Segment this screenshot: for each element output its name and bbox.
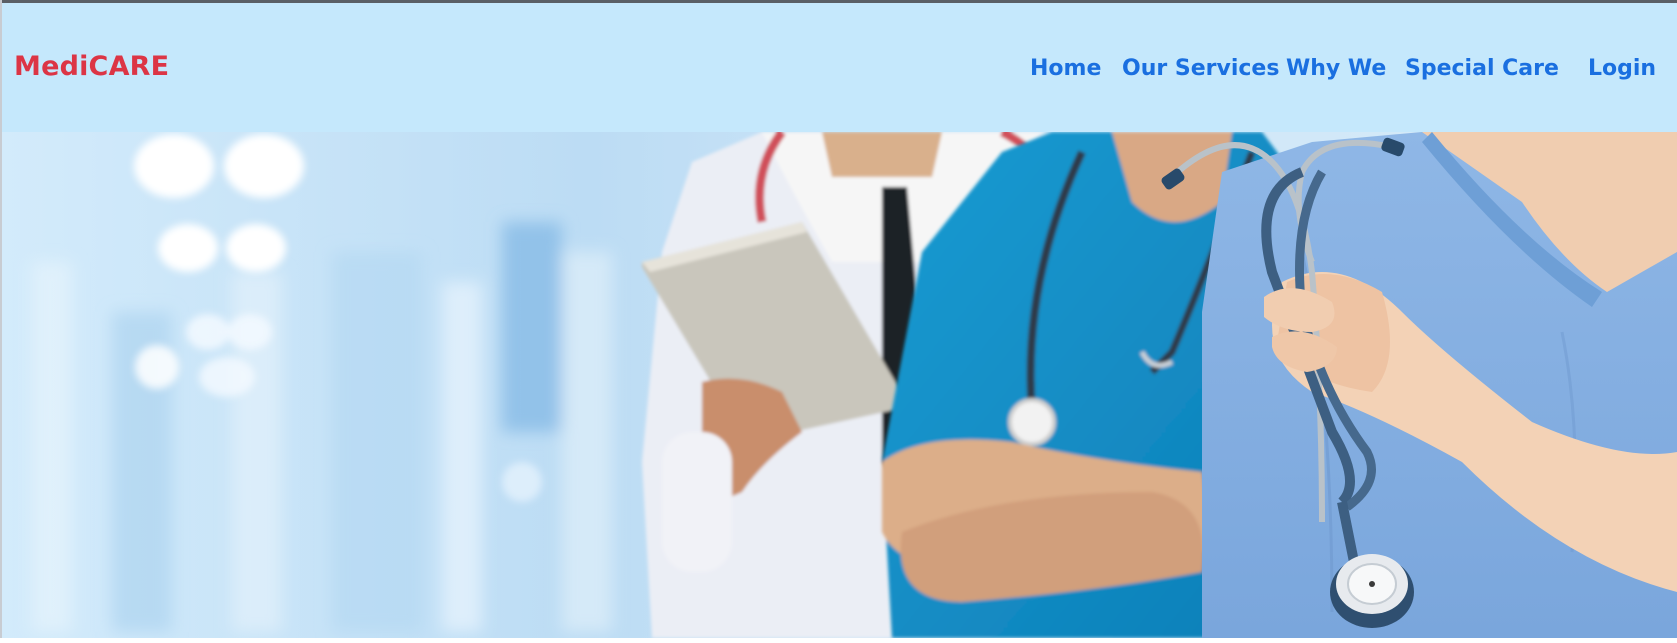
- hero-banner: [2, 132, 1677, 638]
- nav-link-special-care[interactable]: Special Care: [1405, 58, 1559, 80]
- nav-link-why-we[interactable]: Why We: [1286, 58, 1386, 80]
- window-left-border: [0, 0, 2, 643]
- page: MediCARE Home Our Services Why We Specia…: [0, 0, 1677, 643]
- nav-link-our-services[interactable]: Our Services: [1122, 58, 1279, 80]
- navbar: MediCARE Home Our Services Why We Specia…: [2, 3, 1677, 132]
- brand-logo[interactable]: MediCARE: [14, 53, 169, 80]
- nav-link-login[interactable]: Login: [1588, 58, 1656, 80]
- page-bottom: [0, 638, 1677, 643]
- hero-image: [2, 132, 1677, 638]
- nav-link-home[interactable]: Home: [1030, 58, 1101, 80]
